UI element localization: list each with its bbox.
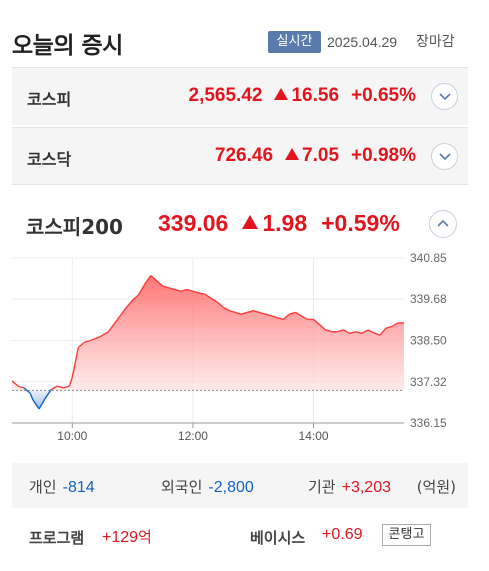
- index-value: 726.46: [214, 145, 274, 166]
- market-status: 장마감: [416, 34, 455, 50]
- up-triangle-icon: [274, 88, 289, 100]
- index-figures: 2,565.42 16.56 +0.65%: [189, 85, 417, 107]
- x-tick-label: 10:00: [57, 429, 87, 443]
- index-change: 7.05: [285, 145, 339, 166]
- y-tick-label: 340.85: [410, 251, 447, 265]
- index-percent: +0.65%: [351, 85, 416, 106]
- investor-value: +3,203: [341, 479, 391, 496]
- down-area: [12, 390, 404, 409]
- expand-kosdaq-button[interactable]: [431, 143, 458, 170]
- x-tick-label: 12:00: [178, 429, 208, 443]
- investor-foreign: 외국인 -2,800: [161, 478, 254, 496]
- market-date: 2025.04.29: [327, 34, 398, 50]
- chevron-down-icon: [439, 153, 451, 161]
- y-tick-label: 336.15: [410, 416, 447, 430]
- index-name: 코스피: [27, 90, 72, 109]
- program-basis-row: 프로그램 +129억 베이시스 +0.69 콘탱고: [12, 518, 468, 552]
- index-value: 2,565.42: [188, 85, 263, 106]
- up-triangle-icon: [285, 148, 300, 160]
- chevron-up-icon: [437, 219, 449, 227]
- kospi200-intraday-chart[interactable]: 340.85 339.68 338.50 337.32 336.15 10:00 12:00…: [12, 250, 468, 450]
- y-tick-label: 337.32: [410, 375, 447, 389]
- kospi200-percent: +0.59%: [321, 210, 400, 236]
- investor-value: -814: [62, 479, 95, 496]
- investor-institution: 기관 +3,203: [308, 478, 391, 496]
- kospi200-value: 339.06: [158, 210, 229, 236]
- index-change: 16.56: [274, 85, 339, 106]
- basis-value: +0.69: [322, 526, 363, 543]
- market-header: 오늘의 증시 실시간 2025.04.29 장마감: [0, 0, 489, 66]
- investor-unit: (억원): [416, 478, 456, 496]
- chevron-down-icon: [439, 93, 451, 101]
- collapse-kospi200-button[interactable]: [429, 210, 457, 238]
- index-percent: +0.98%: [351, 145, 416, 166]
- index-name: 코스닥: [27, 150, 72, 169]
- program-value: +129억: [102, 528, 152, 546]
- kospi200-figures: 339.06 1.98 +0.59%: [158, 210, 414, 237]
- up-triangle-icon: [242, 215, 259, 229]
- index-row-kosdaq[interactable]: 코스닥 726.46 7.05 +0.98%: [12, 127, 468, 185]
- kospi200-change: 1.98: [242, 210, 307, 236]
- contango-badge: 콘탱고: [382, 524, 431, 546]
- investor-individual: 개인 -814: [29, 478, 95, 496]
- x-tick-label: 14:00: [299, 429, 329, 443]
- up-area: [12, 275, 404, 391]
- program-label: 프로그램: [29, 529, 85, 547]
- y-tick-label: 339.68: [410, 292, 447, 306]
- index-figures: 726.46 7.05 +0.98%: [215, 145, 416, 167]
- live-badge[interactable]: 실시간: [268, 31, 321, 53]
- investor-value: -2,800: [208, 479, 254, 496]
- index-row-kospi[interactable]: 코스피 2,565.42 16.56 +0.65%: [12, 67, 468, 125]
- kospi200-name: 코스피200: [26, 215, 123, 239]
- page-title: 오늘의 증시: [12, 33, 123, 59]
- investor-summary: 개인 -814 외국인 -2,800 기관 +3,203 (억원): [12, 463, 468, 508]
- y-tick-label: 338.50: [410, 334, 447, 348]
- basis-label: 베이시스: [250, 529, 306, 547]
- expand-kospi-button[interactable]: [431, 83, 458, 110]
